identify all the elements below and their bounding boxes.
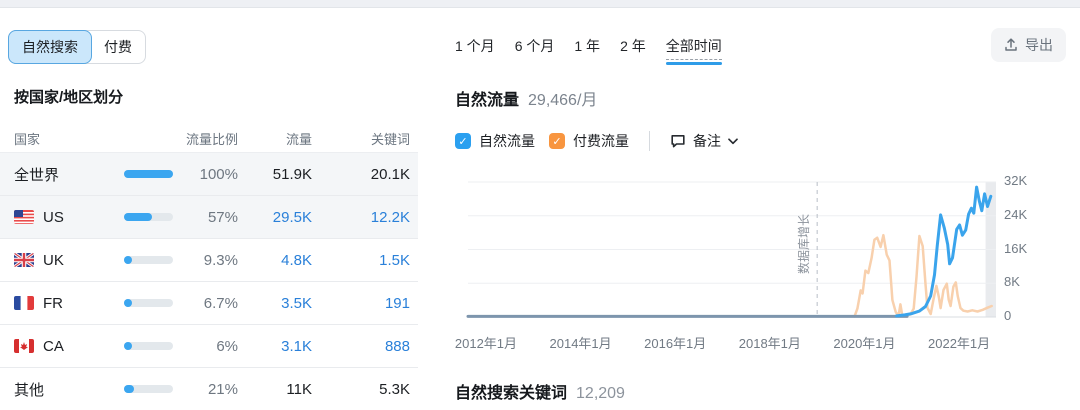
y-axis-tick: 8K: [1004, 274, 1020, 290]
traffic-trend-chart[interactable]: 数据库增长: [466, 181, 996, 318]
traffic-share-bar: [124, 256, 173, 264]
tab-2-years[interactable]: 2 年: [620, 36, 646, 59]
country-label: FR: [43, 294, 63, 312]
note-bubble-icon: [671, 135, 685, 148]
country-label: UK: [43, 251, 64, 269]
y-axis-tick: 16K: [1004, 240, 1028, 256]
ca-flag-icon: [14, 339, 34, 353]
traffic-per-month-value: 29,466/月: [528, 92, 598, 109]
tab-all-time[interactable]: 全部时间: [665, 36, 722, 65]
header-keywords: 关键词: [370, 132, 410, 147]
uk-flag-icon: [14, 253, 34, 267]
countries-section-title: 按国家/地区划分: [14, 89, 124, 106]
upload-icon: [1005, 38, 1017, 51]
traffic-value: 11K: [286, 380, 312, 398]
x-axis-tick: 2016年1月: [644, 336, 707, 351]
tab-6-months[interactable]: 6 个月: [515, 36, 555, 59]
keywords-link[interactable]: 12.2K: [312, 209, 410, 226]
keywords-link[interactable]: 888: [312, 338, 410, 355]
keywords-value: 5.3K: [379, 380, 410, 398]
table-row-uk[interactable]: UK 9.3% 4.8K 1.5K: [0, 239, 418, 282]
x-axis-tick: 2022年1月: [928, 336, 991, 351]
legend-organic[interactable]: ✓ 自然流量: [455, 131, 535, 151]
header-traffic: 流量: [285, 132, 312, 147]
tab-1-year[interactable]: 1 年: [574, 36, 600, 59]
organic-traffic-title: 自然流量 29,466/月: [455, 92, 598, 109]
header-country: 国家: [14, 132, 41, 147]
share-value: 9.3%: [203, 251, 238, 269]
paid-checkbox[interactable]: ✓: [549, 133, 565, 149]
table-row-us[interactable]: US 57% 29.5K 12.2K: [0, 196, 418, 239]
export-label: 导出: [1025, 37, 1053, 53]
top-divider-strip: [0, 0, 1080, 8]
country-label: 全世界: [14, 166, 60, 184]
x-axis-tick: 2014年1月: [549, 336, 612, 351]
country-label: US: [43, 208, 64, 226]
x-axis-tick: 2018年1月: [738, 336, 801, 351]
notes-label: 备注: [693, 133, 721, 149]
traffic-link[interactable]: 4.8K: [238, 252, 312, 269]
x-axis-tick: 2012年1月: [454, 336, 518, 351]
us-flag-icon: [14, 210, 34, 224]
legend-paid-label: 付费流量: [573, 133, 629, 149]
traffic-link[interactable]: 3.5K: [238, 295, 312, 312]
keywords-value: 20.1K: [370, 165, 410, 183]
time-range-tabs: 1 个月 6 个月 1 年 2 年 全部时间: [455, 36, 722, 65]
search-type-toggle: 自然搜索 付费: [8, 30, 146, 64]
toggle-paid[interactable]: 付费: [91, 31, 145, 63]
share-value: 6%: [216, 337, 238, 355]
traffic-share-bar: [124, 213, 173, 221]
legend-divider: [649, 131, 650, 151]
share-value: 21%: [207, 380, 238, 398]
chart-legend: ✓ 自然流量 ✓ 付费流量 备注: [455, 131, 738, 151]
x-axis-tick: 2020年1月: [833, 336, 896, 351]
legend-paid[interactable]: ✓ 付费流量: [549, 131, 629, 151]
traffic-share-bar: [124, 170, 173, 178]
traffic-share-bar: [124, 385, 173, 393]
y-axis-tick: 0: [1004, 308, 1012, 323]
header-traffic-share: 流量比例: [185, 132, 238, 147]
toggle-organic-search[interactable]: 自然搜索: [8, 30, 92, 64]
traffic-link[interactable]: 3.1K: [238, 338, 312, 355]
organic-keywords-count: 12,209: [576, 385, 625, 402]
tab-1-month[interactable]: 1 个月: [455, 36, 495, 59]
table-row-ca[interactable]: CA 6% 3.1K 888: [0, 325, 418, 368]
database-growth-label: 数据库增长: [796, 214, 811, 274]
country-label: 其他: [14, 381, 45, 399]
keywords-link[interactable]: 1.5K: [312, 252, 410, 269]
traffic-share-bar: [124, 299, 173, 307]
organic-keywords-title: 自然搜索关键词 12,209: [455, 385, 625, 402]
table-row-fr[interactable]: FR 6.7% 3.5K 191: [0, 282, 418, 325]
share-value: 6.7%: [203, 294, 238, 312]
paid-traffic-line: [853, 233, 993, 318]
table-header-row: 国家 流量比例 流量 关键词: [0, 125, 418, 153]
share-value: 57%: [207, 208, 238, 226]
countries-table: 国家 流量比例 流量 关键词 全世界 100% 51.9K 20.1K US 5…: [0, 125, 418, 410]
country-label: CA: [43, 337, 64, 355]
table-row-worldwide: 全世界 100% 51.9K 20.1K: [0, 153, 418, 196]
traffic-value: 51.9K: [272, 165, 312, 183]
notes-control[interactable]: 备注: [670, 131, 738, 151]
organic-checkbox[interactable]: ✓: [455, 133, 471, 149]
keywords-link[interactable]: 191: [312, 295, 410, 312]
export-button[interactable]: 导出: [991, 28, 1066, 62]
share-value: 100%: [199, 165, 238, 183]
table-row-others: 其他 21% 11K 5.3K: [0, 368, 418, 410]
legend-organic-label: 自然流量: [479, 133, 535, 149]
traffic-analytics-page: 自然搜索 付费 按国家/地区划分 国家 流量比例 流量 关键词 全世界 100%…: [0, 0, 1080, 410]
y-axis-tick: 32K: [1004, 173, 1028, 188]
chevron-down-icon: [728, 137, 738, 144]
y-axis-tick: 24K: [1004, 206, 1028, 222]
fr-flag-icon: [14, 296, 34, 310]
traffic-link[interactable]: 29.5K: [238, 209, 312, 226]
traffic-share-bar: [124, 342, 173, 350]
